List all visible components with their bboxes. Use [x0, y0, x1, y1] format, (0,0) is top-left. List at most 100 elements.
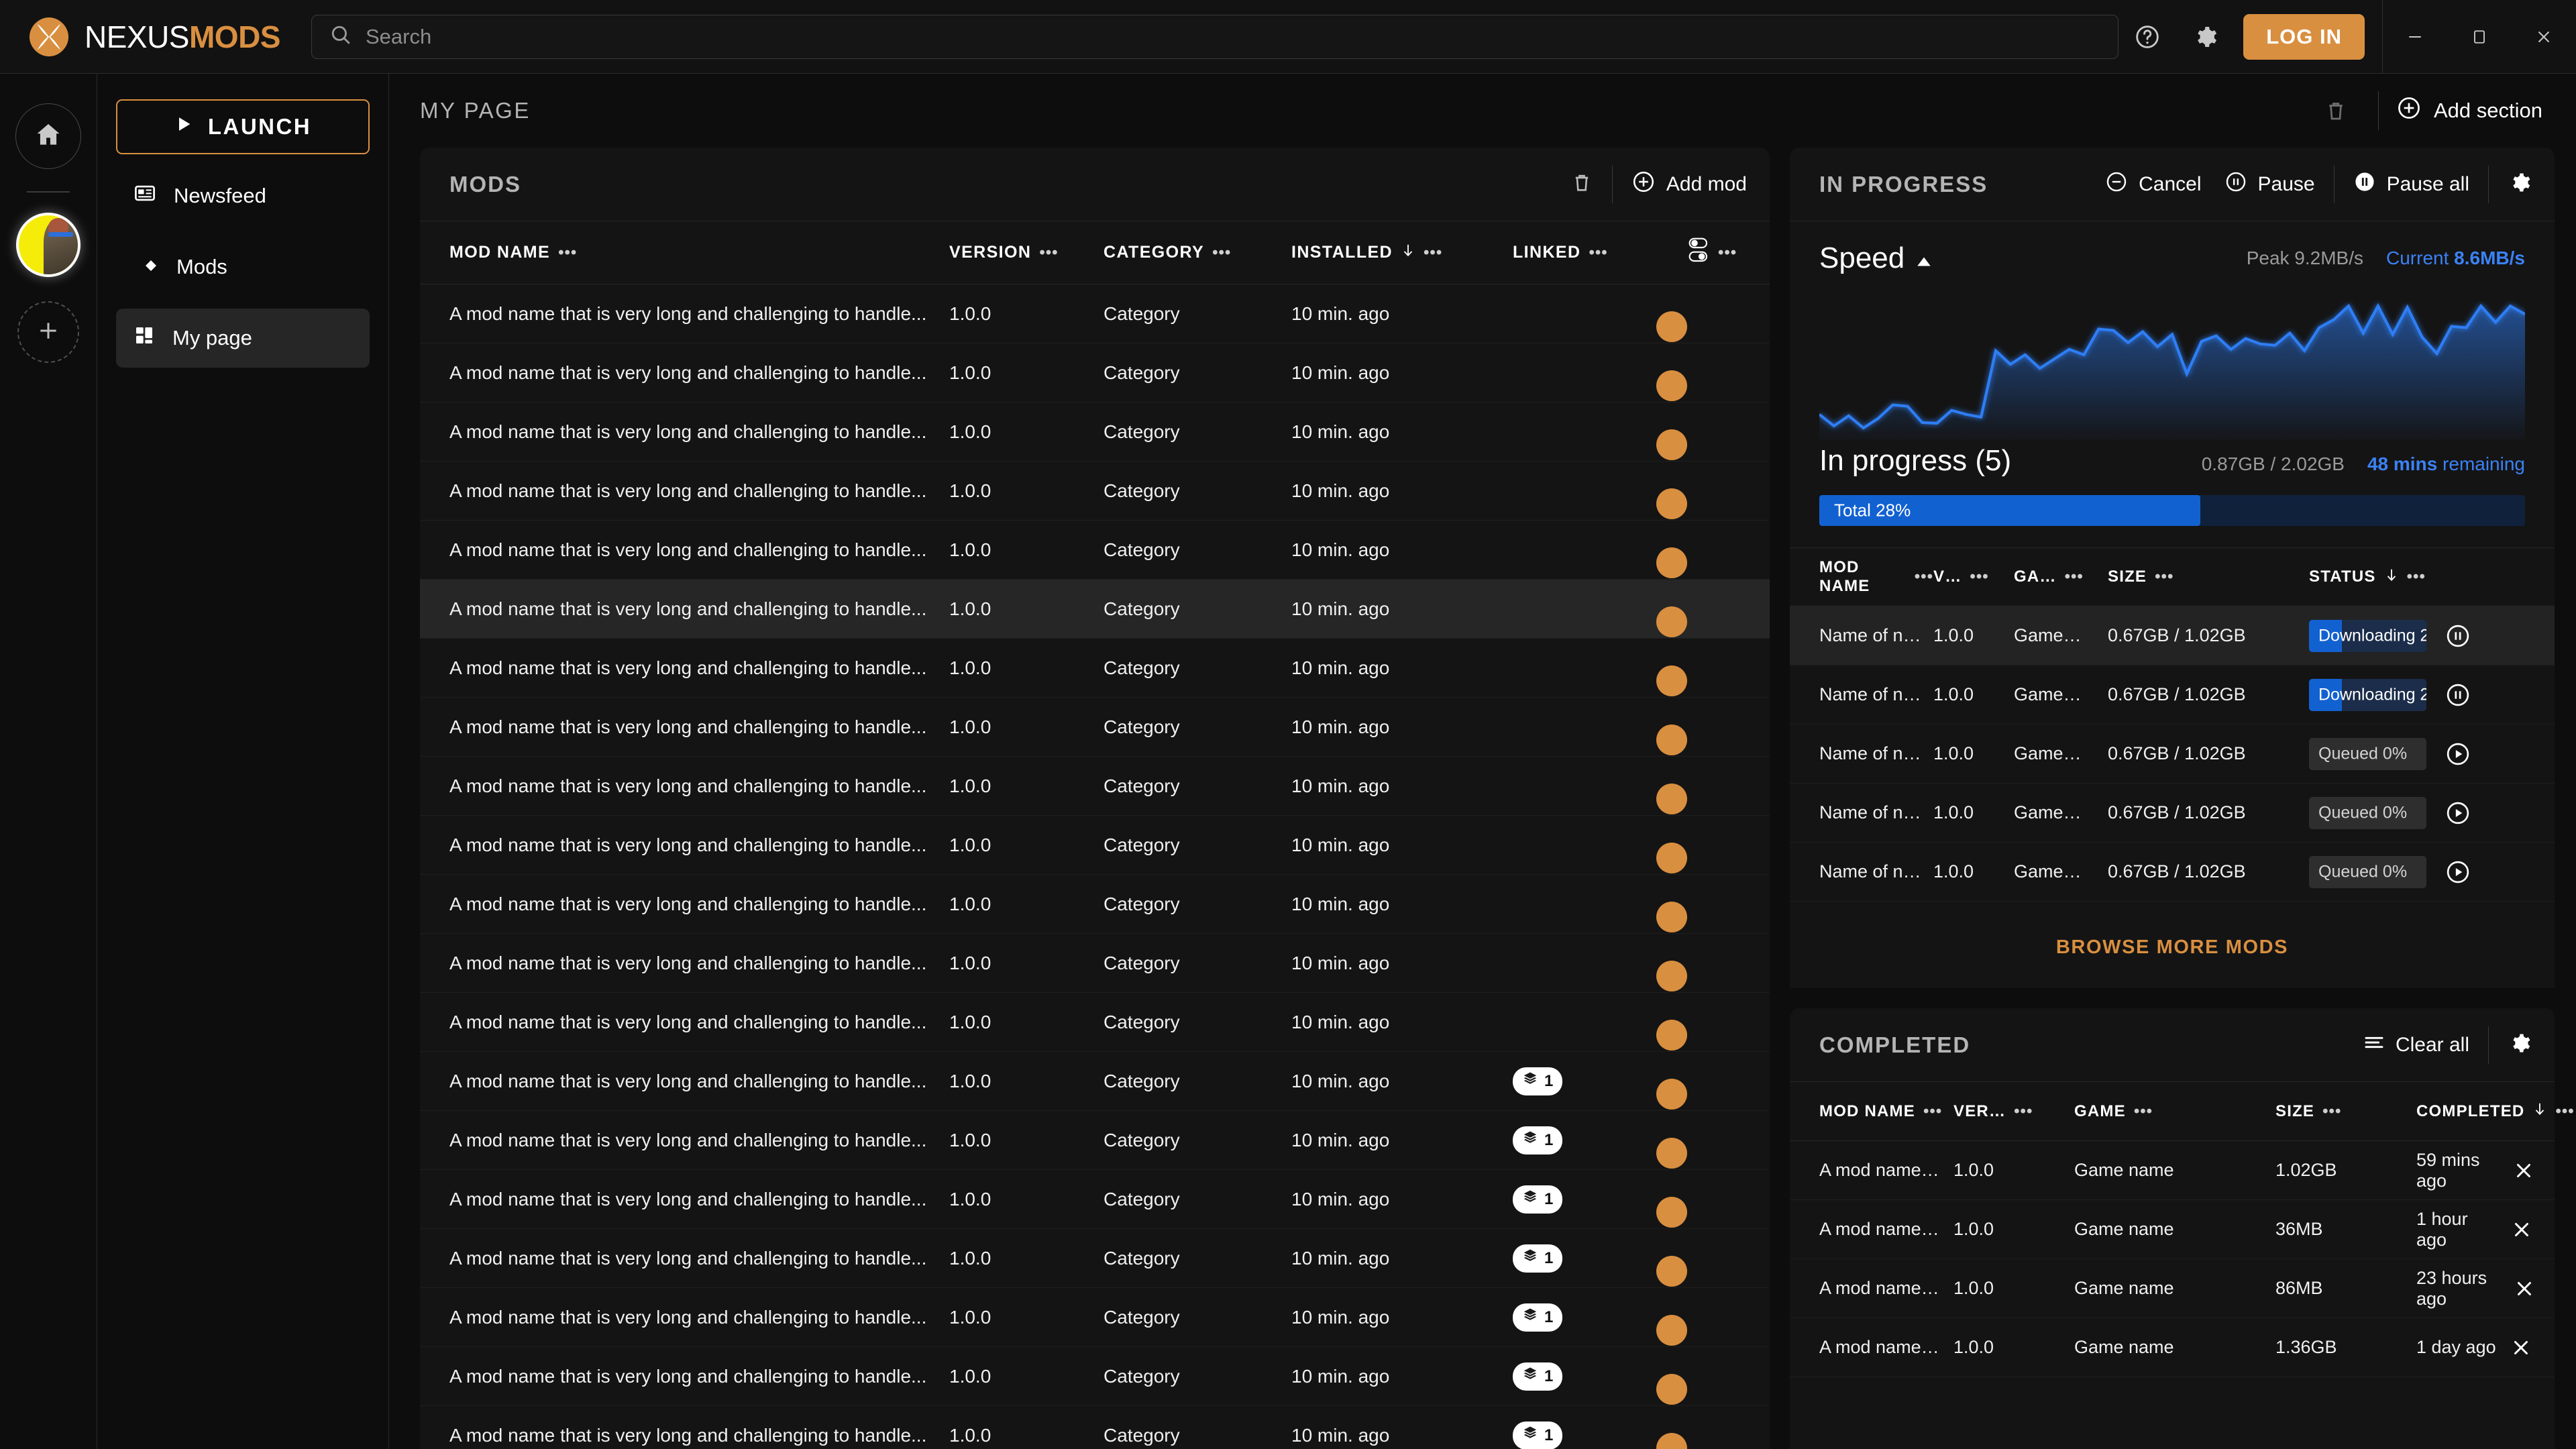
completed-row[interactable]: A mod name… 1.0.0 Game name 1.36GB 1 day ago	[1790, 1318, 2555, 1377]
download-row[interactable]: Name of new… 1.0.0 Game… 0.67GB / 1.02GB Dow…	[1790, 606, 2555, 665]
play-circle-icon[interactable]	[2445, 741, 2471, 767]
table-row[interactable]: A mod name that is very long and challen…	[420, 1288, 1770, 1347]
column-menu-icon[interactable]: •••	[1039, 244, 1058, 262]
column-menu-icon[interactable]: •••	[558, 244, 577, 262]
column-menu-icon[interactable]: •••	[2134, 1102, 2153, 1121]
add-mod-button[interactable]: Add mod	[1631, 170, 1747, 199]
close-icon[interactable]	[2506, 1277, 2542, 1300]
pause-button[interactable]: Pause	[2224, 170, 2315, 199]
rail-home-button[interactable]	[15, 103, 81, 169]
brand-logo[interactable]: NEXUSMODS	[0, 16, 303, 58]
avatar[interactable]	[16, 213, 80, 277]
table-row[interactable]: A mod name that is very long and challen…	[420, 343, 1770, 402]
minimize-icon[interactable]	[2383, 0, 2447, 74]
column-header-mod-name[interactable]: MOD NAME •••	[1819, 1102, 1953, 1121]
table-row[interactable]: A mod name that is very long and challen…	[420, 757, 1770, 816]
column-header-size[interactable]: SIZE •••	[2108, 568, 2309, 586]
column-menu-icon[interactable]: •••	[2155, 568, 2174, 586]
column-menu-icon[interactable]: •••	[1915, 568, 1933, 586]
linked-badge[interactable]: 1	[1513, 1185, 1563, 1214]
trash-icon[interactable]	[2311, 86, 2361, 136]
trash-icon[interactable]	[1570, 171, 1593, 197]
table-row[interactable]: A mod name that is very long and challen…	[420, 1170, 1770, 1229]
table-row[interactable]: A mod name that is very long and challen…	[420, 875, 1770, 934]
column-header-enabled[interactable]: •••	[1687, 237, 1770, 268]
sort-desc-icon[interactable]	[2384, 566, 2399, 588]
gear-icon[interactable]	[2508, 170, 2532, 198]
table-row[interactable]: A mod name that is very long and challen…	[420, 1111, 1770, 1170]
column-menu-icon[interactable]: •••	[1923, 1102, 1942, 1121]
completed-row[interactable]: A mod name… 1.0.0 Game name 1.02GB 59 mins a…	[1790, 1141, 2555, 1200]
column-menu-icon[interactable]: •••	[2322, 1102, 2341, 1121]
download-row[interactable]: Name of new… 1.0.0 Game… 0.67GB / 1.02GB Que…	[1790, 784, 2555, 843]
linked-badge[interactable]: 1	[1513, 1126, 1563, 1155]
sort-desc-icon[interactable]	[1401, 241, 1415, 264]
add-section-button[interactable]: Add section	[2396, 95, 2549, 126]
linked-badge[interactable]: 1	[1513, 1421, 1563, 1449]
close-icon[interactable]	[2512, 0, 2576, 74]
gear-icon[interactable]	[2508, 1031, 2532, 1059]
completed-row[interactable]: A mod name… 1.0.0 Game name 36MB 1 hour ago	[1790, 1200, 2555, 1259]
column-header-completed[interactable]: COMPLETED •••	[2416, 1100, 2575, 1122]
login-button[interactable]: LOG IN	[2243, 13, 2365, 60]
table-row[interactable]: A mod name that is very long and challen…	[420, 993, 1770, 1052]
table-row[interactable]: A mod name that is very long and challen…	[420, 580, 1770, 639]
linked-badge[interactable]: 1	[1513, 1303, 1563, 1332]
column-menu-icon[interactable]: •••	[2407, 568, 2426, 586]
table-row[interactable]: A mod name that is very long and challen…	[420, 1052, 1770, 1111]
column-menu-icon[interactable]: •••	[1970, 568, 1988, 586]
column-header-size[interactable]: SIZE •••	[2275, 1102, 2416, 1121]
column-header-mod-name[interactable]: MOD NAME •••	[1819, 558, 1933, 596]
sidebar-item-mods[interactable]: Mods	[116, 237, 370, 297]
download-row[interactable]: Name of new… 1.0.0 Game… 0.67GB / 1.02GB Que…	[1790, 724, 2555, 784]
maximize-icon[interactable]	[2447, 0, 2512, 74]
column-header-status[interactable]: STATUS •••	[2309, 566, 2555, 588]
column-menu-icon[interactable]: •••	[2555, 1102, 2574, 1121]
cancel-button[interactable]: Cancel	[2105, 170, 2202, 199]
table-row[interactable]: A mod name that is very long and challen…	[420, 698, 1770, 757]
table-row[interactable]: A mod name that is very long and challen…	[420, 639, 1770, 698]
table-row[interactable]: A mod name that is very long and challen…	[420, 462, 1770, 521]
sidebar-item-newsfeed[interactable]: Newsfeed	[116, 166, 370, 225]
table-row[interactable]: A mod name that is very long and challen…	[420, 934, 1770, 993]
search-bar[interactable]: Search	[311, 14, 2119, 59]
column-menu-icon[interactable]: •••	[2014, 1102, 2033, 1121]
linked-badge[interactable]: 1	[1513, 1362, 1563, 1391]
linked-badge[interactable]: 1	[1513, 1067, 1563, 1095]
play-circle-icon[interactable]	[2445, 859, 2471, 885]
table-row[interactable]: A mod name that is very long and challen…	[420, 816, 1770, 875]
table-row[interactable]: A mod name that is very long and challen…	[420, 521, 1770, 580]
table-row[interactable]: A mod name that is very long and challen…	[420, 1347, 1770, 1406]
close-icon[interactable]	[2504, 1159, 2542, 1182]
column-header-version[interactable]: VERSION •••	[949, 243, 1104, 262]
column-header-version[interactable]: VER… •••	[1953, 1102, 2074, 1121]
chevron-up-icon[interactable]	[1915, 241, 1933, 275]
pause-circle-icon[interactable]	[2445, 623, 2471, 649]
column-header-game[interactable]: GAME •••	[2074, 1102, 2275, 1121]
linked-badge[interactable]: 1	[1513, 1244, 1563, 1273]
close-icon[interactable]	[2500, 1336, 2542, 1359]
launch-button[interactable]: LAUNCH	[116, 99, 370, 154]
column-menu-icon[interactable]: •••	[1212, 244, 1231, 262]
column-header-installed[interactable]: INSTALLED •••	[1291, 241, 1513, 264]
table-row[interactable]: A mod name that is very long and challen…	[420, 1406, 1770, 1449]
completed-row[interactable]: A mod name… 1.0.0 Game name 86MB 23 hours ag…	[1790, 1259, 2555, 1318]
pause-circle-icon[interactable]	[2445, 682, 2471, 708]
column-menu-icon[interactable]: •••	[1589, 244, 1607, 262]
play-circle-icon[interactable]	[2445, 800, 2471, 826]
search-input[interactable]: Search	[366, 25, 431, 49]
column-header-linked[interactable]: LINKED •••	[1513, 243, 1687, 262]
column-header-mod-name[interactable]: MOD NAME •••	[449, 243, 949, 262]
column-menu-icon[interactable]: •••	[2065, 568, 2084, 586]
table-row[interactable]: A mod name that is very long and challen…	[420, 284, 1770, 343]
download-row[interactable]: Name of new… 1.0.0 Game… 0.67GB / 1.02GB Dow…	[1790, 665, 2555, 724]
clear-all-button[interactable]: Clear all	[2363, 1034, 2469, 1057]
column-header-category[interactable]: CATEGORY •••	[1104, 243, 1291, 262]
rail-add-button[interactable]	[17, 301, 79, 363]
sidebar-item-my-page[interactable]: My page	[116, 309, 370, 368]
column-menu-icon[interactable]: •••	[1424, 244, 1442, 262]
column-header-version[interactable]: V… •••	[1933, 568, 2014, 586]
download-row[interactable]: Name of new… 1.0.0 Game… 0.67GB / 1.02GB Que…	[1790, 843, 2555, 902]
table-row[interactable]: A mod name that is very long and challen…	[420, 1229, 1770, 1288]
sort-desc-icon[interactable]	[2532, 1100, 2547, 1122]
